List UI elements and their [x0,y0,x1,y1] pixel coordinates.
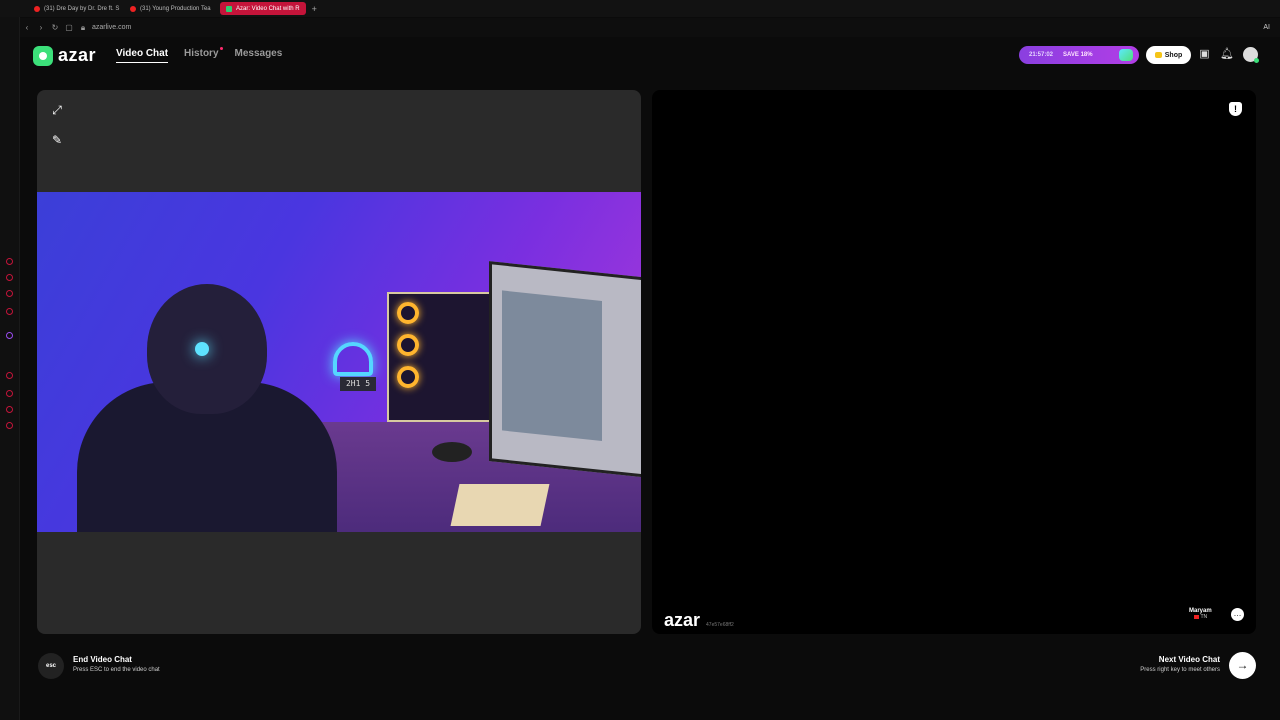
pc-case [387,292,497,422]
browser-tab-bar: (31) Dre Day by Dr. Dre ft. S (31) Young… [0,0,1280,17]
end-chat-hint: Press ESC to end the video chat [73,667,160,673]
watermark-id: 47e57e68ff2 [706,622,734,628]
magic-wand-icon[interactable]: ✎ [49,132,65,148]
browser-sidebar [0,0,20,720]
back-icon[interactable]: ‹ [20,23,34,32]
tab-label: (31) Dre Day by Dr. Dre ft. S [44,5,120,12]
youtube-icon [34,5,40,12]
new-tab-button[interactable]: + [312,4,317,14]
avatar[interactable] [1243,47,1259,63]
main-nav: Video Chat History Messages [116,47,283,63]
shop-label: Shop [1164,51,1183,59]
azar-logo-icon [33,45,53,66]
sidebar-app-icon[interactable] [6,406,13,413]
shop-button[interactable]: Shop [1146,46,1191,64]
reload-icon[interactable]: ↻ [48,23,62,32]
nav-messages[interactable]: Messages [235,48,283,63]
chat-bubble-icon[interactable]: … [1231,608,1244,621]
next-chat-hint: Press right key to meet others [1140,667,1220,673]
nav-history[interactable]: History [184,47,224,63]
self-video-panel: ⤢ ✎ 2H1 5 [37,90,641,634]
bell-icon[interactable]: 🔔︎ [1220,48,1234,61]
browser-tab-active[interactable]: Azar: Video Chat with R [220,2,306,15]
next-chat-button[interactable]: → [1229,652,1256,679]
sidebar-app-icon[interactable] [6,332,13,339]
sidebar-app-icon[interactable] [6,290,13,297]
tabs-icon[interactable]: ▢ [62,23,76,32]
peer-country: TN [1200,614,1208,620]
youtube-icon [130,5,136,12]
sidebar-app-icon[interactable] [6,258,13,265]
azar-logo-text: azar [58,45,97,65]
azar-icon [226,5,232,12]
tab-label: (31) Young Production Tea [140,5,211,12]
promo-save-label: SAVE 18% [1063,52,1093,58]
tab-label: Azar: Video Chat with R [236,5,300,12]
end-chat-button[interactable]: esc [38,653,64,679]
lock-icon: 🔒︎ [80,22,86,32]
desk-clock: 2H1 5 [340,377,376,391]
gem-icon [1119,49,1133,61]
sidebar-app-icon[interactable] [6,390,13,397]
next-chat-title: Next Video Chat [1158,655,1220,664]
url-text[interactable]: azarlive.com [92,24,131,31]
azar-logo[interactable]: azar [33,45,96,66]
flag-icon [1193,615,1199,619]
promo-timer: 21:57:02 [1029,52,1054,58]
headphone-light [195,342,209,356]
end-chat-title: End Video Chat [73,655,132,664]
sidebar-app-icon[interactable] [6,274,13,281]
self-camera-feed: 2H1 5 [37,192,641,532]
browser-tab[interactable]: (31) Young Production Tea [124,2,216,15]
report-icon[interactable]: ! [1229,102,1242,116]
browser-tab[interactable]: (31) Dre Day by Dr. Dre ft. S [28,2,120,15]
watermark-logo: azar [664,610,701,630]
shop-icon [1154,52,1162,58]
expand-icon[interactable]: ⤢ [49,102,65,118]
azar-watermark: azar 47e57e68ff2 [664,610,734,631]
sidebar-app-icon[interactable] [6,422,13,429]
keyboard [450,484,550,526]
ai-label[interactable]: AI [1263,24,1270,31]
promo-banner[interactable]: 21:57:02 SAVE 18% [1019,46,1139,64]
forward-icon[interactable]: › [34,23,48,32]
inbox-icon[interactable]: ▣ [1198,48,1211,61]
monitor [489,261,641,479]
remote-video-panel: ! azar 47e57e68ff2 Maryam TN … [652,90,1256,634]
peer-info: Maryam TN [1189,608,1212,620]
sidebar-app-icon[interactable] [6,308,13,315]
nav-video-chat[interactable]: Video Chat [116,48,169,63]
browser-address-bar: ‹ › ↻ ▢ 🔒︎ azarlive.com AI [20,18,1280,37]
lamp [333,342,373,376]
sidebar-app-icon[interactable] [6,372,13,379]
